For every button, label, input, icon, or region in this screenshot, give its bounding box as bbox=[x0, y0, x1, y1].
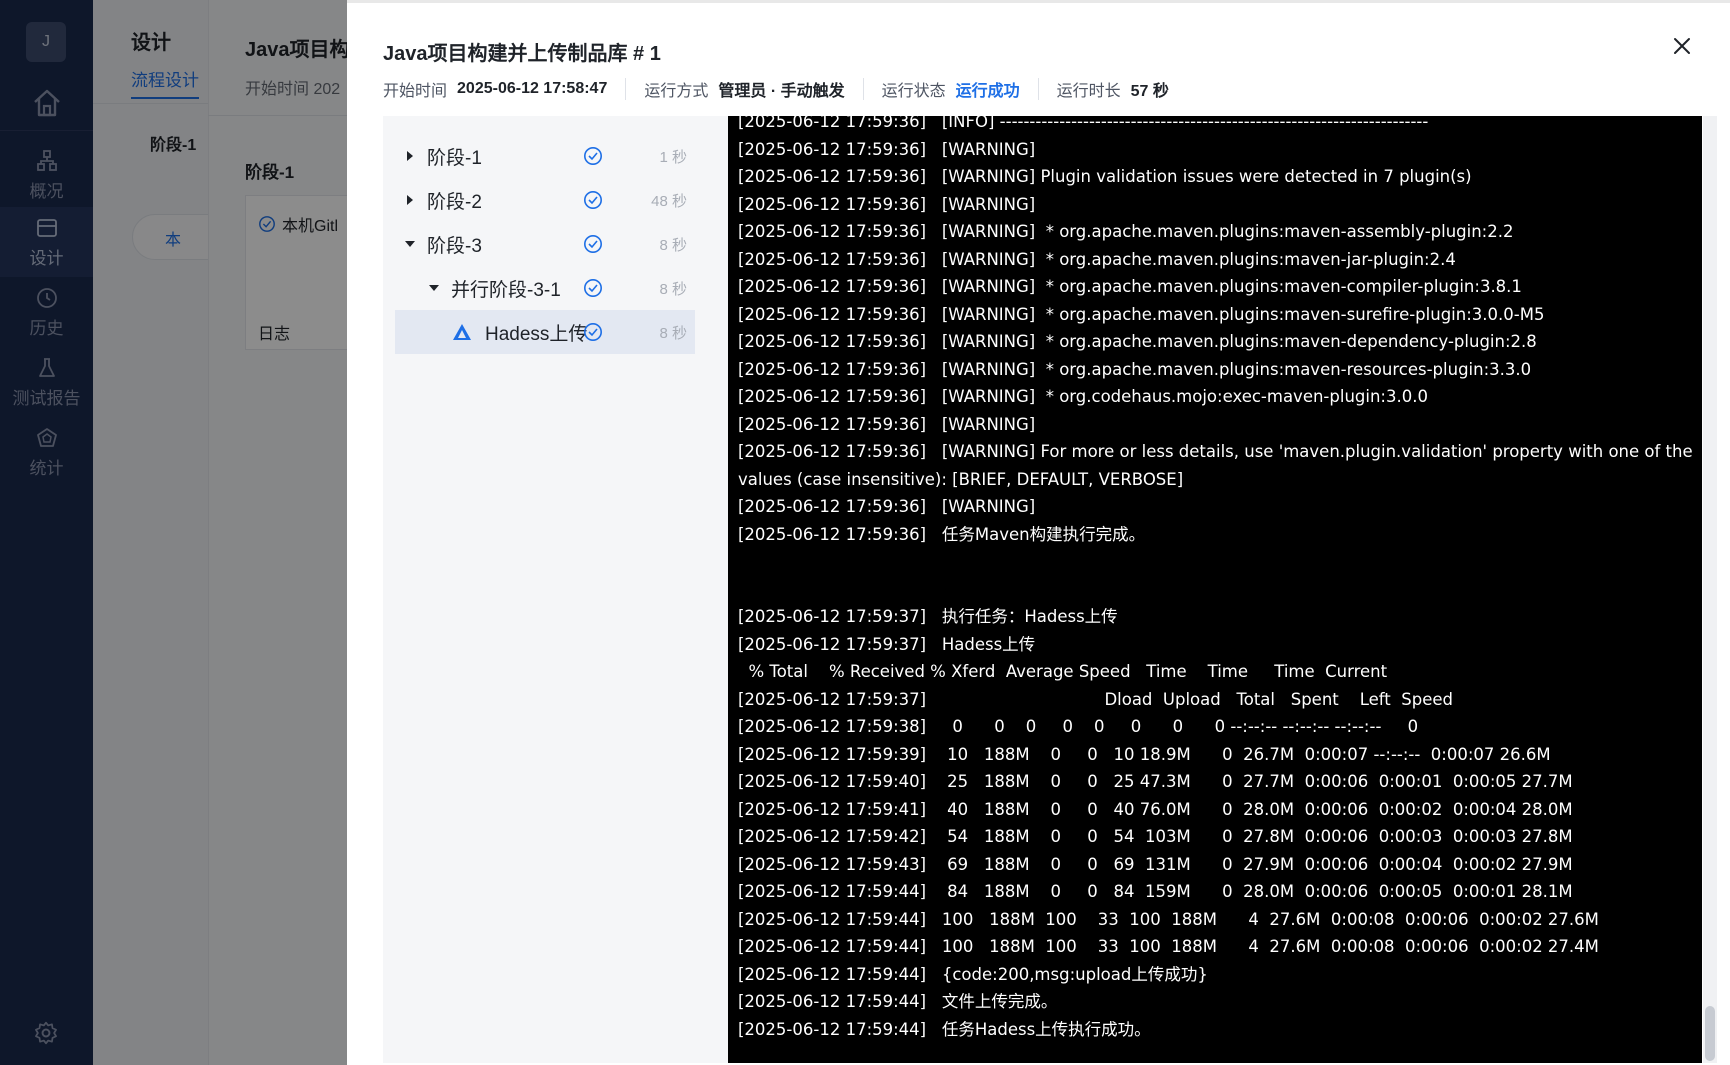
log-line: [2025-06-12 17:59:36] [INFO] -----------… bbox=[738, 116, 1429, 131]
tree-item-stage-2[interactable]: 阶段-2 48 秒 bbox=[395, 178, 695, 222]
log-line: [2025-06-12 17:59:36] [WARNING] * org.ap… bbox=[738, 359, 1532, 379]
log-line: [2025-06-12 17:59:36] [WARNING] bbox=[738, 139, 1036, 159]
log-line: [2025-06-12 17:59:44] 100 188M 100 33 10… bbox=[738, 937, 1599, 956]
tree-item-label: 阶段-1 bbox=[427, 147, 482, 169]
meta-divider bbox=[1037, 78, 1039, 100]
close-button[interactable] bbox=[1667, 31, 1697, 61]
stage-tree: 阶段-1 1 秒 阶段-2 48 秒 阶段-3 8 秒 并行阶段-3-1 8 秒… bbox=[395, 134, 695, 354]
check-circle-icon bbox=[583, 278, 603, 304]
log-line: [2025-06-12 17:59:44] 任务Hadess上传执行成功。 bbox=[738, 1019, 1151, 1039]
run-mode-label: 运行方式 bbox=[644, 83, 709, 100]
log-line: [2025-06-12 17:59:44] 100 188M 100 33 10… bbox=[738, 909, 1599, 929]
meta-divider bbox=[862, 78, 864, 100]
run-mode-value: 管理员 · 手动触发 bbox=[718, 83, 845, 100]
caret-down-icon[interactable] bbox=[403, 240, 417, 248]
caret-down-icon[interactable] bbox=[427, 284, 441, 292]
modal-mask[interactable] bbox=[0, 0, 347, 1065]
run-status-label: 运行状态 bbox=[881, 83, 946, 100]
start-time-label: 开始时间 bbox=[383, 83, 448, 100]
log-console[interactable]: [2025-06-12 17:59:36] [INFO] -----------… bbox=[728, 116, 1702, 1063]
tree-item-stage-1[interactable]: 阶段-1 1 秒 bbox=[395, 134, 695, 178]
meta-divider bbox=[625, 78, 627, 100]
tree-item-duration: 1 秒 bbox=[659, 148, 687, 166]
log-line: [2025-06-12 17:59:44] {code:200,msg:uplo… bbox=[738, 964, 1208, 984]
log-line: [2025-06-12 17:59:43] 69 188M 0 0 69 131… bbox=[738, 854, 1573, 874]
start-time-value: 2025-06-12 17:58:47 bbox=[457, 80, 608, 97]
log-line: [2025-06-12 17:59:44] 文件上传完成。 bbox=[738, 992, 1058, 1011]
log-line: [2025-06-12 17:59:36] [WARNING] bbox=[738, 497, 1036, 516]
tree-item-duration: 8 秒 bbox=[659, 324, 687, 342]
log-line: [2025-06-12 17:59:37] Dload Upload Total… bbox=[738, 689, 1453, 709]
log-line: [2025-06-12 17:59:36] [WARNING] * org.ap… bbox=[738, 249, 1456, 269]
check-circle-icon bbox=[583, 146, 603, 172]
log-line: [2025-06-12 17:59:44] 84 188M 0 0 84 159… bbox=[738, 882, 1573, 901]
tree-item-stage-3[interactable]: 阶段-3 8 秒 bbox=[395, 222, 695, 266]
run-duration-label: 运行时长 bbox=[1056, 83, 1121, 100]
log-line: [2025-06-12 17:59:36] [WARNING] * org.co… bbox=[738, 387, 1428, 406]
log-line: % Total % Received % Xferd Average Speed… bbox=[738, 662, 1388, 681]
log-output: [2025-06-12 17:59:36] [INFO] -----------… bbox=[738, 116, 1694, 1043]
tree-item-duration: 8 秒 bbox=[659, 236, 687, 254]
tree-item-duration: 48 秒 bbox=[651, 192, 687, 210]
log-line: [2025-06-12 17:59:42] 54 188M 0 0 54 103… bbox=[738, 827, 1573, 846]
log-line: [2025-06-12 17:59:36] [WARNING] * org.ap… bbox=[738, 332, 1537, 351]
check-circle-icon bbox=[583, 322, 603, 348]
log-line: [2025-06-12 17:59:36] [WARNING] bbox=[738, 194, 1036, 214]
run-duration-value: 57 秒 bbox=[1130, 83, 1169, 100]
log-line: [2025-06-12 17:59:38] 0 0 0 0 0 0 0 0 --… bbox=[738, 717, 1419, 736]
log-line: [2025-06-12 17:59:39] 10 188M 0 0 10 18.… bbox=[738, 744, 1551, 764]
log-line: [2025-06-12 17:59:36] [WARNING] * org.ap… bbox=[738, 277, 1522, 296]
check-circle-icon bbox=[583, 190, 603, 216]
drawer-title: Java项目构建并上传制品库 # 1 bbox=[383, 43, 661, 65]
log-line: [2025-06-12 17:59:36] [WARNING] For more… bbox=[738, 442, 1698, 489]
tree-item-label: 阶段-3 bbox=[427, 235, 482, 257]
log-line: [2025-06-12 17:59:36] [WARNING] Plugin v… bbox=[738, 167, 1472, 186]
tree-item-duration: 8 秒 bbox=[659, 280, 687, 298]
run-status-value: 运行成功 bbox=[955, 83, 1020, 100]
tree-item-hadess-upload[interactable]: Hadess上传 8 秒 bbox=[395, 310, 695, 354]
run-content: 阶段-1 1 秒 阶段-2 48 秒 阶段-3 8 秒 并行阶段-3-1 8 秒… bbox=[383, 116, 1717, 1063]
log-line: [2025-06-12 17:59:36] [WARNING] * org.ap… bbox=[738, 222, 1514, 241]
log-scrollbar[interactable] bbox=[1703, 116, 1717, 1063]
caret-right-icon[interactable] bbox=[403, 195, 417, 205]
tree-item-label: 并行阶段-3-1 bbox=[451, 279, 561, 301]
log-line: [2025-06-12 17:59:40] 25 188M 0 0 25 47.… bbox=[738, 772, 1573, 791]
run-detail-drawer: Java项目构建并上传制品库 # 1 开始时间 2025-06-12 17:58… bbox=[347, 0, 1730, 1065]
scrollbar-thumb[interactable] bbox=[1705, 1006, 1715, 1061]
log-line: [2025-06-12 17:59:36] [WARNING] bbox=[738, 414, 1036, 434]
check-circle-icon bbox=[583, 234, 603, 260]
log-line: [2025-06-12 17:59:37] 执行任务：Hadess上传 bbox=[738, 607, 1118, 626]
log-line: [2025-06-12 17:59:41] 40 188M 0 0 40 76.… bbox=[738, 799, 1573, 819]
caret-right-icon[interactable] bbox=[403, 151, 417, 161]
run-meta: 开始时间 2025-06-12 17:58:47 运行方式 管理员 · 手动触发… bbox=[383, 77, 1169, 101]
tree-item-parallel-stage-3-1[interactable]: 并行阶段-3-1 8 秒 bbox=[395, 266, 695, 310]
log-line: [2025-06-12 17:59:36] 任务Maven构建执行完成。 bbox=[738, 524, 1146, 544]
log-line: [2025-06-12 17:59:36] [WARNING] * org.ap… bbox=[738, 304, 1545, 324]
log-line: [2025-06-12 17:59:37] Hadess上传 bbox=[738, 634, 1036, 654]
close-icon bbox=[1674, 38, 1690, 54]
hadess-logo-icon bbox=[451, 323, 473, 341]
